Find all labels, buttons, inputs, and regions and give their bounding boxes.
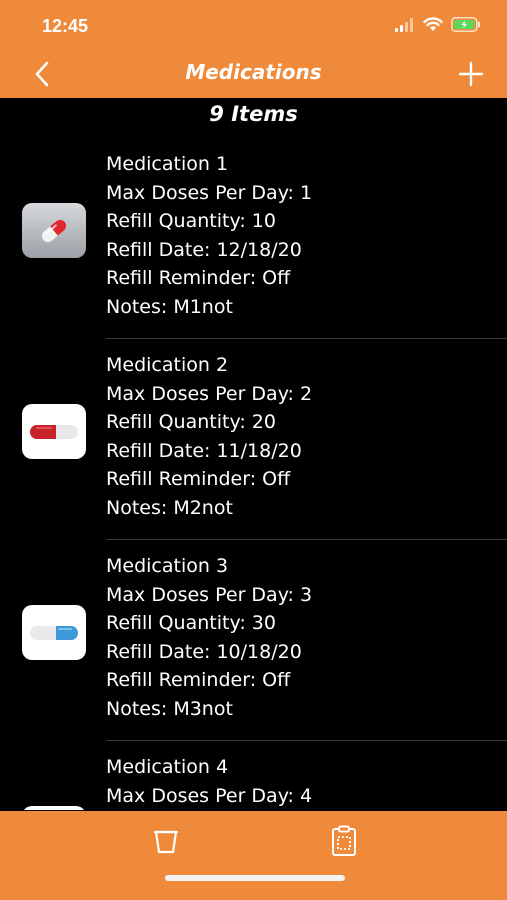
medication-name: Medication 1 — [106, 153, 229, 175]
home-indicator[interactable] — [165, 875, 345, 881]
medication-name: Medication 3 — [106, 555, 229, 577]
refill-quantity: Refill Quantity: 10 — [106, 210, 276, 233]
refill-reminder: Refill Reminder: Off — [106, 267, 291, 290]
refill-reminder: Refill Reminder: Off — [106, 669, 291, 692]
list-item[interactable]: Medication 1 Max Doses Per Day: 1 Refill… — [0, 138, 507, 339]
pill-red-icon — [22, 806, 86, 810]
max-doses: Max Doses Per Day: 3 — [106, 583, 313, 606]
refill-reminder: Refill Reminder: Off — [106, 468, 291, 491]
refill-quantity: Refill Quantity: 20 — [106, 411, 276, 434]
add-medication-button[interactable] — [457, 60, 485, 88]
list-item[interactable]: Medication 4 Max Doses Per Day: 4 — [0, 741, 507, 810]
medication-name: Medication 4 — [106, 756, 229, 778]
refill-quantity: Refill Quantity: 30 — [106, 612, 276, 635]
list-item[interactable]: Medication 3 Max Doses Per Day: 3 Refill… — [0, 540, 507, 741]
notes: Notes: M1not — [106, 295, 233, 318]
plus-icon — [458, 61, 484, 87]
notes: Notes: M2not — [106, 496, 233, 519]
capsule-blue-white-icon — [22, 605, 86, 660]
signal-icon — [395, 17, 413, 32]
top-bar: 12:45 Medications — [0, 0, 507, 98]
capsule-red-white-icon — [22, 404, 86, 459]
delete-button[interactable] — [150, 825, 182, 857]
max-doses: Max Doses Per Day: 1 — [106, 181, 313, 204]
wifi-icon — [423, 17, 443, 31]
refill-date: Refill Date: 10/18/20 — [106, 640, 302, 663]
max-doses: Max Doses Per Day: 2 — [106, 382, 313, 405]
refill-date: Refill Date: 12/18/20 — [106, 238, 302, 261]
refill-date: Refill Date: 11/18/20 — [106, 439, 302, 462]
item-count: 9 Items — [209, 102, 298, 126]
max-doses: Max Doses Per Day: 4 — [106, 784, 313, 807]
bottom-toolbar — [0, 811, 507, 900]
clipboard-button[interactable] — [328, 825, 360, 857]
clipboard-icon — [332, 825, 356, 856]
page-title: Medications — [185, 60, 322, 84]
nav-bar: Medications — [0, 50, 507, 98]
status-bar: 12:45 — [0, 0, 507, 50]
medication-name: Medication 2 — [106, 354, 229, 376]
battery-icon — [451, 17, 480, 32]
status-icons — [395, 17, 481, 32]
medication-list[interactable]: Medication 1 Max Doses Per Day: 1 Refill… — [0, 138, 507, 810]
capsule-red-white-icon — [22, 203, 86, 258]
status-time: 12:45 — [42, 16, 89, 36]
trash-icon — [153, 830, 179, 854]
list-item[interactable]: Medication 2 Max Doses Per Day: 2 Refill… — [0, 339, 507, 540]
notes: Notes: M3not — [106, 697, 233, 720]
